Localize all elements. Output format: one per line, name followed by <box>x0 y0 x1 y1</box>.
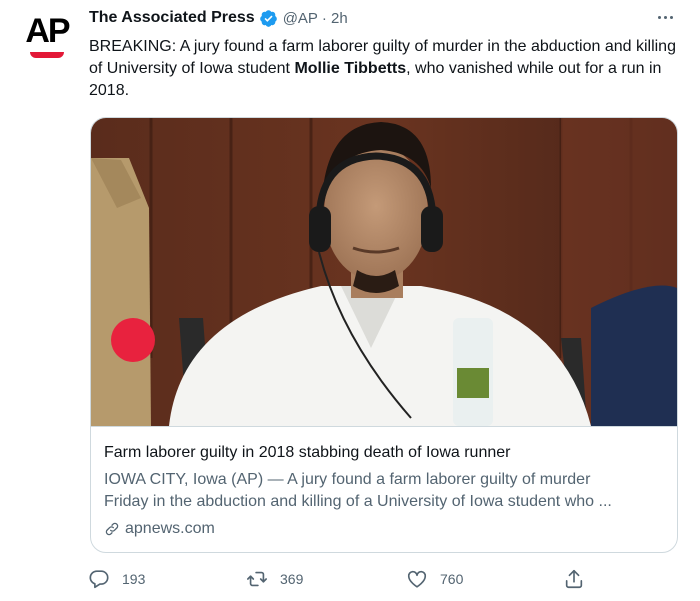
author-handle-time[interactable]: @AP · 2h <box>283 10 348 27</box>
tweet-text-highlight: Mollie Tibbetts <box>294 60 407 77</box>
more-dots-icon <box>657 15 661 19</box>
tweet[interactable]: AP The Associated Press @AP · 2h BREAKIN… <box>0 0 700 601</box>
share-icon <box>563 568 585 590</box>
card-image[interactable] <box>91 118 677 426</box>
share-button[interactable] <box>563 568 585 590</box>
tweet-actions: 193 369 760 <box>88 568 588 592</box>
verified-badge-icon <box>259 9 278 28</box>
retweet-button[interactable]: 369 <box>246 568 303 590</box>
card-description-line: IOWA CITY, Iowa (AP) — A jury found a fa… <box>104 471 591 488</box>
card-domain-text: apnews.com <box>125 520 215 537</box>
card-description: IOWA CITY, Iowa (AP) — A jury found a fa… <box>104 469 669 513</box>
card-title[interactable]: Farm laborer guilty in 2018 stabbing dea… <box>104 444 510 462</box>
reply-button[interactable]: 193 <box>88 568 145 590</box>
card-description-line: Friday in the abduction and killing of a… <box>104 493 612 510</box>
link-preview-card[interactable]: Farm laborer guilty in 2018 stabbing dea… <box>90 117 678 553</box>
ap-logo: AP <box>25 12 70 50</box>
like-button[interactable]: 760 <box>406 568 463 590</box>
reply-bubble-icon <box>88 568 110 590</box>
tweet-header: The Associated Press @AP · 2h <box>89 8 348 28</box>
link-icon <box>104 521 120 537</box>
author-name[interactable]: The Associated Press <box>89 9 255 27</box>
retweet-icon <box>246 568 268 590</box>
card-divider <box>91 426 677 427</box>
tweet-text: BREAKING: A jury found a farm laborer gu… <box>89 36 679 102</box>
avatar-ap-logo[interactable]: AP <box>22 10 72 60</box>
heart-icon <box>406 568 428 590</box>
reply-count: 193 <box>122 571 146 587</box>
retweet-count: 369 <box>280 571 304 587</box>
ap-logo-red-bar <box>30 52 64 58</box>
more-options-button[interactable] <box>654 9 676 25</box>
like-count: 760 <box>440 571 464 587</box>
card-domain[interactable]: apnews.com <box>104 520 215 538</box>
